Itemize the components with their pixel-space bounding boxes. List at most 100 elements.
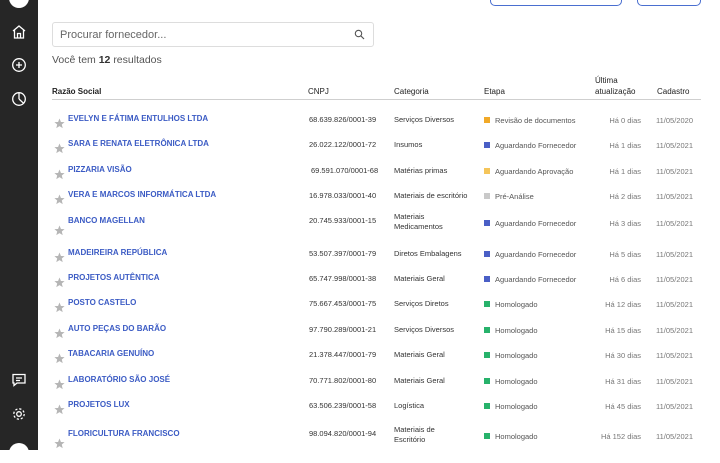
search-box[interactable] xyxy=(52,22,374,47)
table-row[interactable]: FLORICULTURA FRANCISCO 98.094.820/0001-94… xyxy=(52,425,701,451)
category-line-1: Materiais Geral xyxy=(394,350,445,359)
header-cadastro[interactable]: Cadastro xyxy=(657,87,689,96)
favorite-star-icon[interactable] xyxy=(54,118,65,129)
supplier-name-link[interactable]: FLORICULTURA FRANCISCO xyxy=(68,429,180,438)
header-atualizacao-line2[interactable]: atualização xyxy=(595,87,635,96)
supplier-name-link[interactable]: EVELYN E FÁTIMA ENTULHOS LTDA xyxy=(68,114,208,123)
stage-cell: Aguardando Aprovação xyxy=(484,167,573,176)
last-update-cell: Há 152 dias xyxy=(600,432,641,441)
supplier-name-link[interactable]: PIZZARIA VISÃO xyxy=(68,165,132,174)
cnpj-cell: 63.506.239/0001-58 xyxy=(309,401,377,410)
favorite-star-icon[interactable] xyxy=(54,328,65,339)
header-categoria[interactable]: Categoria xyxy=(394,87,429,96)
supplier-name-link[interactable]: AUTO PEÇAS DO BARÃO xyxy=(68,324,166,333)
stage-color-indicator xyxy=(484,378,490,385)
stage-color-indicator xyxy=(484,251,490,258)
category-line-1: Logística xyxy=(394,401,425,410)
table-row[interactable]: SARA E RENATA ELETRÔNICA LTDA 26.022.122/… xyxy=(52,139,701,161)
favorite-star-icon[interactable] xyxy=(54,169,65,180)
favorite-star-icon[interactable] xyxy=(54,438,65,449)
category-line-1: Materiais xyxy=(394,212,425,221)
supplier-name-link[interactable]: LABORATÓRIO SÃO JOSÉ xyxy=(68,375,170,384)
favorite-star-icon[interactable] xyxy=(54,353,65,364)
category-cell: Serviços Diversos xyxy=(394,325,474,335)
stage-color-indicator xyxy=(484,352,490,359)
table-row[interactable]: MADEIREIRA REPÚBLICA 53.507.397/0001-79 Di… xyxy=(52,248,701,270)
stage-color-indicator xyxy=(484,433,490,440)
cnpj-cell: 97.790.289/0001-21 xyxy=(309,325,377,334)
category-line-1: Materiais Geral xyxy=(394,274,445,283)
last-update-cell: Há 30 dias xyxy=(605,351,641,360)
favorite-star-icon[interactable] xyxy=(54,225,65,236)
favorite-star-icon[interactable] xyxy=(54,194,65,205)
favorite-star-icon[interactable] xyxy=(54,252,65,263)
supplier-name-link[interactable]: MADEIREIRA REPÚBLICA xyxy=(68,248,167,257)
header-razao-social[interactable]: Razão Social xyxy=(52,87,101,96)
category-cell: Materiais Geral xyxy=(394,274,474,284)
supplier-name-link[interactable]: BANCO MAGELLAN xyxy=(68,216,145,225)
plus-circle-icon[interactable] xyxy=(9,55,29,75)
header-cnpj[interactable]: CNPJ xyxy=(308,87,329,96)
table-row[interactable]: LABORATÓRIO SÃO JOSÉ 70.771.802/0001-80 Ma… xyxy=(52,375,701,397)
favorite-star-icon[interactable] xyxy=(54,143,65,154)
top-secondary-button[interactable] xyxy=(637,0,701,6)
favorite-star-icon[interactable] xyxy=(54,379,65,390)
last-update-cell: Há 1 dias xyxy=(609,141,641,150)
search-input[interactable] xyxy=(53,23,350,46)
stage-cell: Homologado xyxy=(484,351,538,360)
registration-date-cell: 11/05/2021 xyxy=(656,141,693,150)
category-line-1: Diretos Embalagens xyxy=(394,249,462,258)
stage-label: Homologado xyxy=(495,326,538,335)
registration-date-cell: 11/05/2021 xyxy=(656,377,693,386)
cnpj-cell: 69.591.070/0001-68 xyxy=(311,166,379,175)
table-row[interactable]: EVELYN E FÁTIMA ENTULHOS LTDA 68.639.826/… xyxy=(52,114,701,136)
search-icon[interactable] xyxy=(354,29,365,40)
home-icon[interactable] xyxy=(9,22,29,42)
table-row[interactable]: POSTO CASTELO 75.667.453/0001-75 Serviços … xyxy=(52,298,701,320)
cnpj-cell: 68.639.826/0001-39 xyxy=(309,115,377,124)
supplier-name-link[interactable]: SARA E RENATA ELETRÔNICA LTDA xyxy=(68,139,209,148)
registration-date-cell: 11/05/2021 xyxy=(656,219,693,228)
supplier-name-link[interactable]: PROJETOS LUX xyxy=(68,400,130,409)
favorite-star-icon[interactable] xyxy=(54,404,65,415)
stage-color-indicator xyxy=(484,220,490,227)
table-row[interactable]: PIZZARIA VISÃO 69.591.070/0001-68 Matérias… xyxy=(52,165,701,187)
header-etapa[interactable]: Etapa xyxy=(484,87,505,96)
table-row[interactable]: PROJETOS AUTÊNTICA 65.747.998/0001-38 Mate… xyxy=(52,273,701,295)
stage-label: Homologado xyxy=(495,300,538,309)
table-row[interactable]: VERA E MARCOS INFORMÁTICA LTDA 16.978.033… xyxy=(52,190,701,212)
stage-label: Homologado xyxy=(495,377,538,386)
stage-cell: Homologado xyxy=(484,377,538,386)
stage-label: Aguardando Fornecedor xyxy=(495,219,577,228)
gear-icon[interactable] xyxy=(9,404,29,424)
category-line-1: Insumos xyxy=(394,140,423,149)
supplier-name-link[interactable]: PROJETOS AUTÊNTICA xyxy=(68,273,160,282)
table-row[interactable]: PROJETOS LUX 63.506.239/0001-58 Logística H… xyxy=(52,400,701,422)
supplier-name-link[interactable]: POSTO CASTELO xyxy=(68,298,136,307)
supplier-name-link[interactable]: VERA E MARCOS INFORMÁTICA LTDA xyxy=(68,190,216,199)
cnpj-cell: 53.507.397/0001-79 xyxy=(309,249,377,258)
cnpj-cell: 70.771.802/0001-80 xyxy=(309,376,377,385)
stage-cell: Homologado xyxy=(484,326,538,335)
pie-chart-icon[interactable] xyxy=(9,89,29,109)
favorite-star-icon[interactable] xyxy=(54,302,65,313)
profile-avatar[interactable] xyxy=(9,0,29,8)
stage-color-indicator xyxy=(484,276,490,283)
help-button[interactable] xyxy=(9,443,29,463)
category-cell: Insumos xyxy=(394,140,474,150)
stage-cell: Homologado xyxy=(484,300,538,309)
table-row[interactable]: BANCO MAGELLAN 20.745.933/0001-15 Materiai… xyxy=(52,212,701,238)
registration-date-cell: 11/05/2021 xyxy=(656,167,693,176)
supplier-name-link[interactable]: TABACARIA GENUÍNO xyxy=(68,349,154,358)
table-row[interactable]: AUTO PEÇAS DO BARÃO 97.790.289/0001-21 Ser… xyxy=(52,324,701,346)
cnpj-cell: 26.022.122/0001-72 xyxy=(309,140,377,149)
category-line-1: Serviços Diretos xyxy=(394,299,449,308)
header-atualizacao-line1[interactable]: Última xyxy=(595,76,618,85)
stage-color-indicator xyxy=(484,301,490,308)
table-row[interactable]: TABACARIA GENUÍNO 21.378.447/0001-79 Mater… xyxy=(52,349,701,371)
favorite-star-icon[interactable] xyxy=(54,277,65,288)
top-action-button[interactable] xyxy=(490,0,622,6)
cnpj-cell: 20.745.933/0001-15 xyxy=(309,216,377,225)
chat-icon[interactable] xyxy=(9,370,29,390)
stage-label: Homologado xyxy=(495,351,538,360)
